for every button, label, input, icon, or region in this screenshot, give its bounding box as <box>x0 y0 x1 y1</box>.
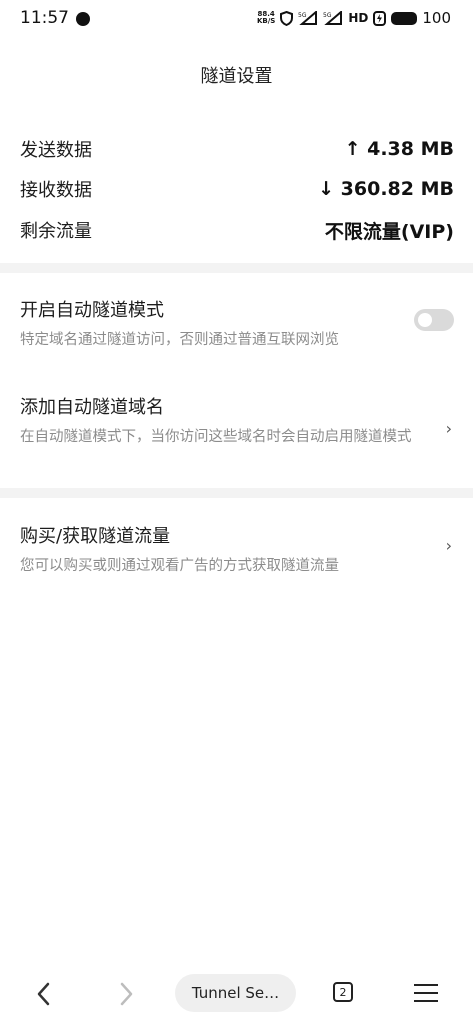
sent-data-row: 发送数据 ↑ 4.38 MB <box>20 136 454 162</box>
buy-traffic-row[interactable]: 购买/获取隧道流量 您可以购买或则通过观看广告的方式获取隧道流量 › <box>20 522 454 579</box>
buy-traffic-description: 您可以购买或则通过观看广告的方式获取隧道流量 <box>20 558 339 574</box>
remaining-traffic-row: 剩余流量 不限流量(VIP) <box>20 217 454 243</box>
status-icons: 88.4 KB/S 5G 5G HD 100 <box>257 9 451 27</box>
svg-text:5G: 5G <box>323 12 332 19</box>
signal-1-icon: 5G <box>298 11 318 25</box>
status-bar: 11:57 88.4 KB/S 5G 5G HD 100 <box>0 0 473 38</box>
remaining-traffic-label: 剩余流量 <box>20 221 92 242</box>
svg-text:5G: 5G <box>298 12 307 19</box>
toggle-knob <box>418 313 432 327</box>
chevron-right-icon: › <box>445 536 452 555</box>
status-time: 11:57 <box>20 8 69 28</box>
auto-tunnel-row[interactable]: 开启自动隧道模式 特定域名通过隧道访问，否则通过普通互联网浏览 <box>20 296 454 353</box>
hd-voice-icon: HD <box>348 11 369 25</box>
chevron-right-icon: › <box>445 419 452 438</box>
browser-bottom-bar: Tunnel Se… 2 <box>0 966 473 1024</box>
tab-count-button[interactable]: 2 <box>333 982 353 1002</box>
section-divider <box>0 263 473 273</box>
notification-dot-icon <box>76 12 90 26</box>
section-divider <box>0 488 473 498</box>
add-domain-title: 添加自动隧道域名 <box>20 397 164 418</box>
sent-data-label: 发送数据 <box>20 140 92 161</box>
sent-data-value: ↑ 4.38 MB <box>344 138 454 160</box>
received-data-row: 接收数据 ↓ 360.82 MB <box>20 176 454 202</box>
battery-icon <box>391 11 418 25</box>
page-title: 隧道设置 <box>200 66 273 87</box>
current-tab-button[interactable]: Tunnel Se… <box>175 974 296 1012</box>
auto-tunnel-toggle[interactable] <box>414 309 454 331</box>
battery-percentage: 100 <box>422 9 451 27</box>
back-arrow-icon[interactable] <box>36 982 52 1006</box>
add-domain-row[interactable]: 添加自动隧道域名 在自动隧道模式下，当你访问这些域名时会自动启用隧道模式 › <box>20 393 454 450</box>
received-data-value: ↓ 360.82 MB <box>318 178 454 200</box>
auto-tunnel-description: 特定域名通过隧道访问，否则通过普通互联网浏览 <box>20 332 339 348</box>
vpn-shield-icon <box>280 10 294 26</box>
signal-2-icon: 5G <box>323 11 343 25</box>
add-domain-description: 在自动隧道模式下，当你访问这些域名时会自动启用隧道模式 <box>20 429 412 445</box>
charging-icon <box>373 10 387 26</box>
received-data-label: 接收数据 <box>20 180 92 201</box>
auto-tunnel-title: 开启自动隧道模式 <box>20 300 164 321</box>
network-speed: 88.4 KB/S <box>256 10 276 25</box>
buy-traffic-title: 购买/获取隧道流量 <box>20 526 171 547</box>
forward-arrow-icon[interactable] <box>118 982 134 1006</box>
menu-icon[interactable] <box>414 982 438 1004</box>
remaining-traffic-value: 不限流量(VIP) <box>324 220 454 243</box>
